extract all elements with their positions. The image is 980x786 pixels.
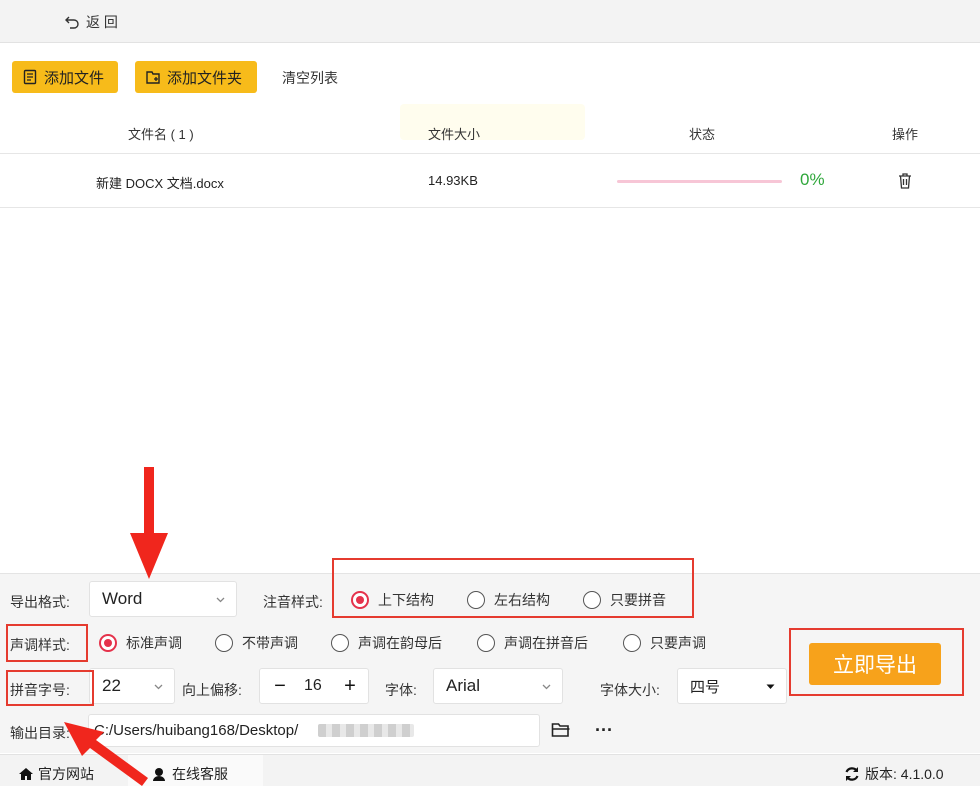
radio-label: 不带声调 xyxy=(242,635,298,651)
pinyin-size-select[interactable]: 22 xyxy=(89,668,175,704)
radio-label: 标准声调 xyxy=(126,635,182,651)
back-label: 返 回 xyxy=(86,14,118,30)
radio-dot xyxy=(467,591,485,609)
radio-dot xyxy=(215,634,233,652)
clear-list-button[interactable]: 清空列表 xyxy=(282,68,338,88)
file-list-icon xyxy=(23,69,37,85)
radio-dot xyxy=(99,634,117,652)
version-label: 版本: 4.1.0.0 xyxy=(865,766,944,782)
add-file-button[interactable]: 添加文件 xyxy=(12,61,118,93)
table-row[interactable]: 新建 DOCX 文档.docx 14.93KB 0% xyxy=(0,153,980,208)
tone-style-label: 声调样式: xyxy=(10,637,70,653)
decrement-button[interactable]: − xyxy=(268,673,292,699)
header-filesize: 文件大小 xyxy=(428,127,481,142)
radio-dot xyxy=(623,634,641,652)
export-format-value: Word xyxy=(102,589,143,608)
progress-percent: 0% xyxy=(800,170,825,189)
radio-no-tone[interactable]: 不带声调 xyxy=(215,633,298,653)
radio-pinyin-only[interactable]: 只要拼音 xyxy=(583,590,666,610)
chevron-down-icon xyxy=(216,597,225,603)
radio-dot xyxy=(583,591,601,609)
redacted-path xyxy=(318,724,414,737)
radio-tone-after-final[interactable]: 声调在韵母后 xyxy=(331,633,442,653)
radio-left-right[interactable]: 左右结构 xyxy=(467,590,550,610)
radio-tone-after-pinyin[interactable]: 声调在拼音后 xyxy=(477,633,588,653)
radio-dot xyxy=(351,591,369,609)
radio-dot xyxy=(331,634,349,652)
offset-label: 向上偏移: xyxy=(182,682,242,698)
progress-bar xyxy=(617,180,782,183)
font-size-value: 四号 xyxy=(690,678,721,696)
font-select[interactable]: Arial xyxy=(433,668,563,704)
caret-down-icon xyxy=(766,684,775,689)
toolbar: 添加文件 添加文件夹 清空列表 xyxy=(0,43,980,109)
file-size: 14.93KB xyxy=(428,173,478,188)
pinyin-size-label: 拼音字号: xyxy=(10,682,70,698)
trash-icon[interactable] xyxy=(897,172,913,190)
support-label: 在线客服 xyxy=(172,766,228,782)
bottom-bar: 官方网站 在线客服 版本: 4.1.0.0 xyxy=(0,754,980,786)
output-dir-label: 输出目录: xyxy=(10,725,70,741)
offset-stepper[interactable]: − 16 + xyxy=(259,668,369,704)
header-filename: 文件名 ( 1 ) xyxy=(128,127,194,142)
header-action: 操作 xyxy=(892,127,919,142)
radio-dot xyxy=(477,634,495,652)
radio-label: 左右结构 xyxy=(494,592,550,608)
radio-label: 上下结构 xyxy=(378,592,434,608)
output-dir-input[interactable]: C:/Users/huibang168/Desktop/ xyxy=(88,714,540,747)
official-website-link[interactable]: 官方网站 xyxy=(18,764,94,784)
font-label: 字体: xyxy=(385,682,417,698)
pinyin-size-value: 22 xyxy=(102,676,121,695)
file-name: 新建 DOCX 文档.docx xyxy=(96,176,224,191)
back-arrow-icon xyxy=(65,16,79,29)
export-format-select[interactable]: Word xyxy=(89,581,237,617)
radio-standard-tone[interactable]: 标准声调 xyxy=(99,633,182,653)
add-folder-label: 添加文件夹 xyxy=(167,69,243,87)
chevron-down-icon xyxy=(154,684,163,690)
refresh-icon xyxy=(845,767,859,781)
chevron-down-icon xyxy=(542,684,551,690)
website-label: 官方网站 xyxy=(38,766,94,782)
export-format-label: 导出格式: xyxy=(10,594,70,610)
font-value: Arial xyxy=(446,676,481,695)
radio-label: 声调在韵母后 xyxy=(358,635,442,651)
radio-top-bottom[interactable]: 上下结构 xyxy=(351,590,434,610)
header-status: 状态 xyxy=(689,127,716,142)
top-bar: 返 回 xyxy=(0,0,980,43)
table-header: 文件名 ( 1 ) 文件大小 状态 操作 xyxy=(0,112,980,152)
online-support-link[interactable]: 在线客服 xyxy=(150,764,228,784)
radio-tone-only[interactable]: 只要声调 xyxy=(623,633,706,653)
back-button[interactable]: 返 回 xyxy=(64,12,118,32)
add-folder-icon xyxy=(146,71,160,84)
radio-label: 声调在拼音后 xyxy=(504,635,588,651)
add-folder-button[interactable]: 添加文件夹 xyxy=(135,61,257,93)
annotation-style-label: 注音样式: xyxy=(263,594,323,610)
radio-label: 只要拼音 xyxy=(610,592,666,608)
version-info[interactable]: 版本: 4.1.0.0 xyxy=(843,764,944,784)
increment-button[interactable]: + xyxy=(338,673,362,699)
home-icon xyxy=(19,768,33,780)
font-size-label: 字体大小: xyxy=(600,682,660,698)
red-arrow-down xyxy=(130,467,168,579)
export-now-button[interactable]: 立即导出 xyxy=(809,643,941,685)
add-file-label: 添加文件 xyxy=(44,69,105,87)
offset-value: 16 xyxy=(304,677,322,694)
radio-label: 只要声调 xyxy=(650,635,706,651)
support-agent-icon xyxy=(153,768,165,781)
folder-open-icon[interactable] xyxy=(551,722,571,738)
more-button[interactable]: ··· xyxy=(595,720,613,741)
font-size-select[interactable]: 四号 xyxy=(677,668,787,704)
